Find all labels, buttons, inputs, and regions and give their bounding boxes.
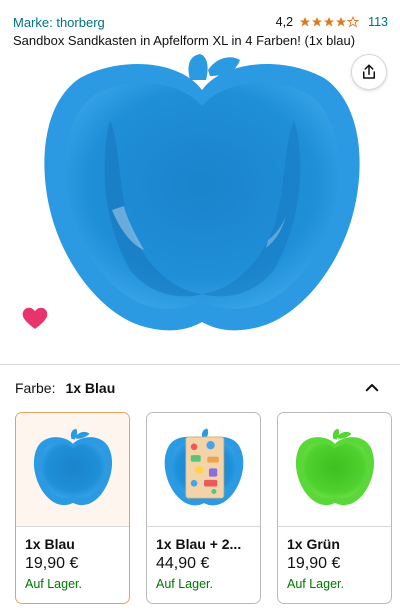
- blue-apple-bundle-image: [164, 428, 243, 505]
- variant-name: 1x Blau + 2...: [156, 536, 242, 552]
- star-icon: [324, 17, 335, 27]
- product-title: Sandbox Sandkasten in Apfelform XL in 4 …: [13, 33, 356, 48]
- star-icon: [312, 17, 323, 27]
- variant-card-blue[interactable]: 1x Blau 19,90 € Auf Lager.: [15, 412, 130, 604]
- product-image[interactable]: [40, 50, 365, 335]
- rating-value: 4,2: [275, 15, 294, 29]
- share-icon: [363, 64, 375, 79]
- brand-link[interactable]: Marke: thorberg: [13, 15, 105, 30]
- heart-icon[interactable]: [22, 306, 48, 330]
- header-row: Marke: thorberg 4,2 113: [13, 13, 388, 31]
- variant-name: 1x Grün: [287, 536, 340, 552]
- green-apple-image: [295, 428, 374, 505]
- variant-card-blue-bundle[interactable]: 1x Blau + 2... 44,90 € Auf Lager.: [146, 412, 261, 604]
- variant-name: 1x Blau: [25, 536, 75, 552]
- rating-count[interactable]: 113: [368, 15, 388, 29]
- selected-variant: 1x Blau: [65, 380, 116, 396]
- blue-apple-image: [33, 428, 112, 505]
- star-outline-icon: [347, 16, 360, 28]
- share-button[interactable]: [351, 54, 387, 90]
- variant-stock: Auf Lager.: [287, 577, 344, 591]
- variant-price: 44,90 €: [156, 555, 210, 572]
- star-icon: [336, 17, 347, 27]
- variant-stock: Auf Lager.: [25, 577, 82, 591]
- variant-price: 19,90 €: [25, 555, 79, 572]
- variant-image: [16, 413, 129, 527]
- chevron-up-icon[interactable]: [363, 379, 381, 397]
- variant-stock: Auf Lager.: [156, 577, 213, 591]
- variant-image: [147, 413, 260, 527]
- rating[interactable]: 4,2 113: [276, 15, 388, 29]
- variant-image: [278, 413, 391, 527]
- star-rating: [299, 16, 360, 28]
- section-divider: [0, 364, 400, 365]
- variant-card-green[interactable]: 1x Grün 19,90 € Auf Lager.: [277, 412, 392, 604]
- star-icon: [300, 17, 311, 27]
- variant-header[interactable]: Farbe: 1x Blau: [15, 378, 385, 398]
- variant-label: Farbe:: [15, 380, 56, 396]
- variant-price: 19,90 €: [287, 555, 341, 572]
- variant-cards: 1x Blau 19,90 € Auf Lager. 1x Blau + 2..…: [15, 412, 392, 604]
